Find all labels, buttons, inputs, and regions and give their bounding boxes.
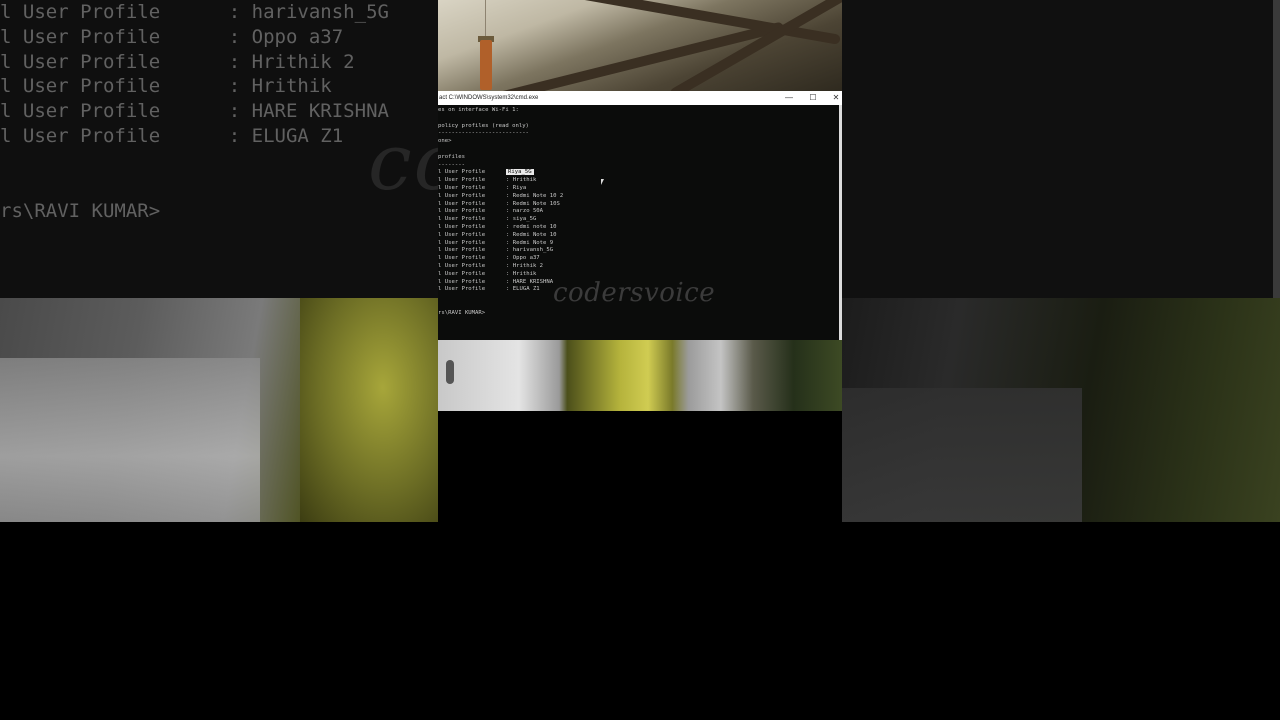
profile-line: l User Profile: redmi note 10	[438, 223, 557, 230]
profile-line: l User Profile: Redmi Note 9	[438, 239, 554, 246]
profile-line: l User Profile: Redmi Note 10	[438, 231, 557, 238]
channel-watermark: codersvoice	[553, 278, 716, 308]
ghost-line: l User Profile : Hrithik	[0, 75, 332, 98]
command-prompt[interactable]: rs\RAVI KUMAR>	[438, 310, 838, 318]
mouse-pointer-icon	[601, 179, 604, 185]
background-path	[842, 388, 1082, 522]
goose-figure	[446, 360, 454, 384]
profile-line: l User Profile: Redmi Note 10S	[438, 200, 560, 207]
video-frame: act C:\WINDOWS\system32\cmd.exe — ☐ ✕ es…	[438, 0, 842, 720]
background-photo-left	[0, 298, 438, 522]
background-dark-panel	[842, 0, 1280, 298]
profile-line-selected: l User Profile Riya_5G	[438, 169, 838, 177]
ghost-line: l User Profile : Oppo a37	[0, 25, 344, 48]
ghost-line: l User Profile : Hrithik 2	[0, 50, 355, 73]
console-blank	[438, 115, 838, 123]
minimize-button[interactable]: —	[778, 91, 800, 105]
profile-line: l User Profile: Hrithik 2	[438, 262, 544, 269]
background-water	[0, 358, 260, 522]
console-line: ---------------------------	[438, 130, 529, 137]
desktop-wallpaper-bottom	[438, 340, 842, 411]
console-line: policy profiles (read only)	[438, 122, 529, 129]
console-line: one>	[438, 138, 452, 145]
background-scrollbar	[1273, 0, 1280, 298]
close-button[interactable]: ✕	[825, 91, 847, 105]
console-blank	[438, 146, 838, 154]
cmd-window[interactable]: act C:\WINDOWS\system32\cmd.exe — ☐ ✕ es…	[438, 91, 842, 340]
cmd-scrollbar[interactable]	[839, 105, 842, 340]
selected-text: Riya_5G	[506, 169, 534, 176]
profile-line: l User Profile: Riya	[438, 184, 527, 191]
profile-line: l User Profile: harivansh_5G	[438, 247, 554, 254]
wind-chime	[480, 40, 492, 90]
console-line: --------	[438, 161, 465, 168]
profile-line: l User Profile: narzo 50A	[438, 208, 544, 215]
ghost-line: l User Profile : HARE KRISHNA	[0, 100, 389, 123]
chime-string	[485, 0, 486, 38]
profile-line: l User Profile: Redmi Note 10 2	[438, 192, 564, 199]
profile-line: l User Profile: siya_5G	[438, 216, 537, 223]
background-ghost-text: l User Profile : harivansh_5G l User Pro…	[0, 0, 420, 224]
ghost-line: l User Profile : ELUGA Z1	[0, 124, 344, 147]
desktop-wallpaper-top	[438, 0, 842, 91]
profile-line: l User Profile: Hrithik	[438, 177, 537, 184]
maximize-button[interactable]: ☐	[802, 91, 824, 105]
ghost-prompt: rs\RAVI KUMAR>	[0, 199, 161, 222]
console-line: es on interface Wi-Fi 1:	[438, 107, 519, 113]
profile-label: l User Profile	[438, 169, 486, 176]
background-photo-right	[842, 298, 1280, 522]
background-bush	[300, 298, 438, 522]
cmd-titlebar[interactable]: act C:\WINDOWS\system32\cmd.exe — ☐ ✕	[438, 91, 842, 105]
cmd-window-title: act C:\WINDOWS\system32\cmd.exe	[439, 95, 539, 101]
profile-line: l User Profile: Oppo a37	[438, 255, 540, 262]
console-line: profiles	[438, 153, 465, 160]
ghost-line: l User Profile : harivansh_5G	[0, 1, 389, 23]
